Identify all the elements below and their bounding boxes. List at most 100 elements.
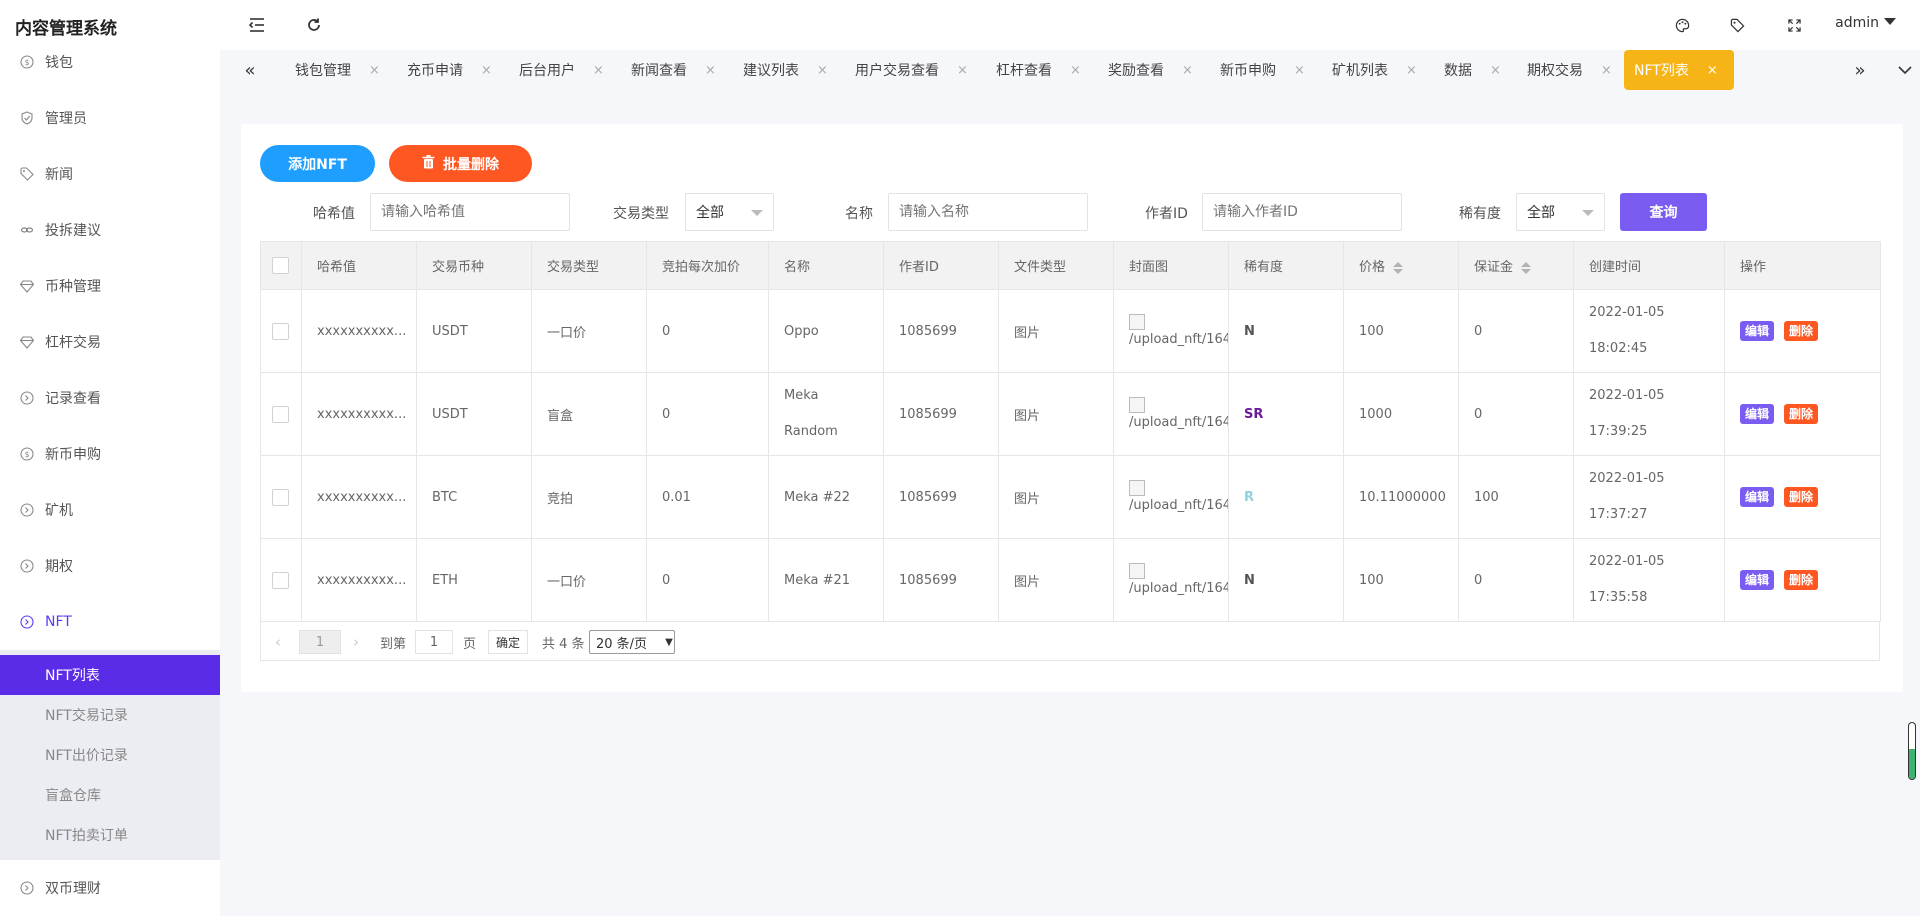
edit-button[interactable]: 编辑 [1740, 321, 1775, 341]
tabs-scroll-right-icon[interactable]: » [1845, 58, 1875, 82]
row-checkbox[interactable] [272, 571, 289, 589]
sidebar-item-suggestions[interactable]: 投拆建议 [0, 210, 220, 250]
tab-reward-view[interactable]: 奖励查看 × [1098, 50, 1193, 90]
sidebar-subitem-blind-box[interactable]: 盲盒仓库 [0, 775, 220, 815]
close-icon[interactable]: × [1601, 63, 1612, 78]
tab-options-trade[interactable]: 期权交易 × [1517, 50, 1612, 90]
current-page[interactable]: 1 [299, 630, 341, 654]
column-header-deposit[interactable]: 保证金 [1458, 241, 1574, 290]
close-icon[interactable]: × [817, 63, 828, 78]
tab-nft-list[interactable]: NFT列表 × [1624, 50, 1734, 90]
next-page-icon[interactable]: › [353, 630, 359, 654]
tabs-scroll-left-icon[interactable]: « [235, 58, 265, 82]
sidebar-item-leverage[interactable]: 杠杆交易 [0, 322, 220, 362]
query-button[interactable]: 查询 [1620, 193, 1707, 231]
sidebar-item-nft[interactable]: NFT [0, 602, 220, 642]
sidebar-item-miner[interactable]: 矿机 [0, 490, 220, 530]
sidebar-item-options[interactable]: 期权 [0, 546, 220, 586]
row-checkbox[interactable] [272, 322, 289, 340]
tab-deposit-apply[interactable]: 充币申请 × [397, 50, 492, 90]
sort-icon[interactable] [1521, 261, 1532, 274]
sidebar-item-dual-coin[interactable]: 双币理财 [0, 868, 220, 908]
sidebar-item-admin[interactable]: 管理员 [0, 98, 220, 138]
close-icon[interactable]: × [593, 63, 604, 78]
batch-delete-button[interactable]: 批量删除 [389, 145, 532, 182]
user-menu[interactable]: admin [1835, 15, 1896, 31]
close-icon[interactable]: × [1490, 63, 1501, 78]
sidebar-item-news[interactable]: 新闻 [0, 154, 220, 194]
close-icon[interactable]: × [1707, 63, 1718, 78]
tab-news-view[interactable]: 新闻查看 × [621, 50, 716, 90]
delete-button[interactable]: 删除 [1784, 570, 1819, 590]
delete-button[interactable]: 删除 [1784, 487, 1819, 507]
tab-data[interactable]: 数据 × [1434, 50, 1501, 90]
sidebar-subitem-nft-bids[interactable]: NFT出价记录 [0, 735, 220, 775]
author-input[interactable] [1202, 193, 1402, 231]
column-header: 名称 [768, 241, 884, 290]
close-icon[interactable]: × [1294, 63, 1305, 78]
close-icon[interactable]: × [705, 63, 716, 78]
column-header-price[interactable]: 价格 [1343, 241, 1459, 290]
author-cell: 1085699 [883, 372, 999, 456]
tag-icon[interactable] [1726, 14, 1748, 36]
hash-cell: xxxxxxxxxx... [301, 289, 417, 373]
add-nft-button[interactable]: 添加NFT [260, 145, 375, 182]
tab-new-coin[interactable]: 新币申购 × [1210, 50, 1305, 90]
sidebar-item-records[interactable]: 记录查看 [0, 378, 220, 418]
tab-suggestion-list[interactable]: 建议列表 × [733, 50, 828, 90]
edit-button[interactable]: 编辑 [1740, 404, 1775, 424]
row-checkbox[interactable] [272, 405, 289, 423]
top-header: 内容管理系统 admin [0, 0, 1920, 50]
sidebar-subitem-nft-trades[interactable]: NFT交易记录 [0, 695, 220, 735]
confirm-page-button[interactable]: 确定 [488, 630, 528, 654]
close-icon[interactable]: × [1182, 63, 1193, 78]
prev-page-icon[interactable]: ‹ [275, 630, 281, 654]
tab-miner-list[interactable]: 矿机列表 × [1322, 50, 1417, 90]
close-icon[interactable]: × [957, 63, 968, 78]
edit-button[interactable]: 编辑 [1740, 570, 1775, 590]
palette-icon[interactable] [1671, 14, 1693, 36]
menu-collapse-icon[interactable] [246, 14, 268, 36]
sidebar-item-wallet[interactable]: $ 钱包 [0, 50, 220, 82]
column-header: 哈希值 [301, 241, 417, 290]
select-all-checkbox[interactable] [272, 257, 289, 274]
deposit-cell: 100 [1458, 455, 1574, 539]
trade-type-select[interactable]: 全部 [685, 193, 774, 231]
sidebar-item-new-coin[interactable]: $ 新币申购 [0, 434, 220, 474]
row-checkbox[interactable] [272, 488, 289, 506]
circle-arrow-icon [20, 559, 34, 573]
created-time-cell: 2022-01-05 17:35:58 [1573, 538, 1725, 622]
close-icon[interactable]: × [1070, 63, 1081, 78]
hash-input[interactable] [370, 193, 570, 231]
refresh-icon[interactable] [303, 14, 325, 36]
column-header: 交易类型 [531, 241, 647, 290]
tab-leverage-view[interactable]: 杠杆查看 × [986, 50, 1081, 90]
sidebar-subitem-nft-list[interactable]: NFT列表 [0, 655, 220, 695]
sidebar-subitem-nft-auctions[interactable]: NFT拍卖订单 [0, 815, 220, 855]
close-icon[interactable]: × [1406, 63, 1417, 78]
rarity-select[interactable]: 全部 [1516, 193, 1605, 231]
hash-cell: xxxxxxxxxx... [301, 372, 417, 456]
sort-icon[interactable] [1393, 261, 1404, 274]
fullscreen-icon[interactable] [1783, 14, 1805, 36]
chevron-down-icon[interactable] [1890, 58, 1920, 82]
column-header: 作者ID [883, 241, 999, 290]
sidebar-item-label: 钱包 [45, 55, 73, 71]
cover-cell: /upload_nft/1641 [1113, 289, 1229, 373]
sidebar-item-coins[interactable]: 币种管理 [0, 266, 220, 306]
tab-backend-users[interactable]: 后台用户 × [509, 50, 604, 90]
delete-button[interactable]: 删除 [1784, 321, 1819, 341]
trade-type-cell: 竞拍 [531, 455, 647, 539]
tab-user-trades[interactable]: 用户交易查看 × [845, 50, 968, 90]
edit-button[interactable]: 编辑 [1740, 487, 1775, 507]
goto-page-input[interactable]: 1 [415, 630, 453, 654]
close-icon[interactable]: × [369, 63, 380, 78]
name-input[interactable] [888, 193, 1088, 231]
tab-wallet-manage[interactable]: 钱包管理 × [285, 50, 380, 90]
scroll-indicator[interactable] [1908, 722, 1916, 780]
page-size-select[interactable]: 20 条/页 ▼ [589, 630, 675, 654]
created-date: 2022-01-05 [1589, 471, 1665, 486]
tab-label: 用户交易查看 [855, 63, 939, 79]
delete-button[interactable]: 删除 [1784, 404, 1819, 424]
close-icon[interactable]: × [481, 63, 492, 78]
